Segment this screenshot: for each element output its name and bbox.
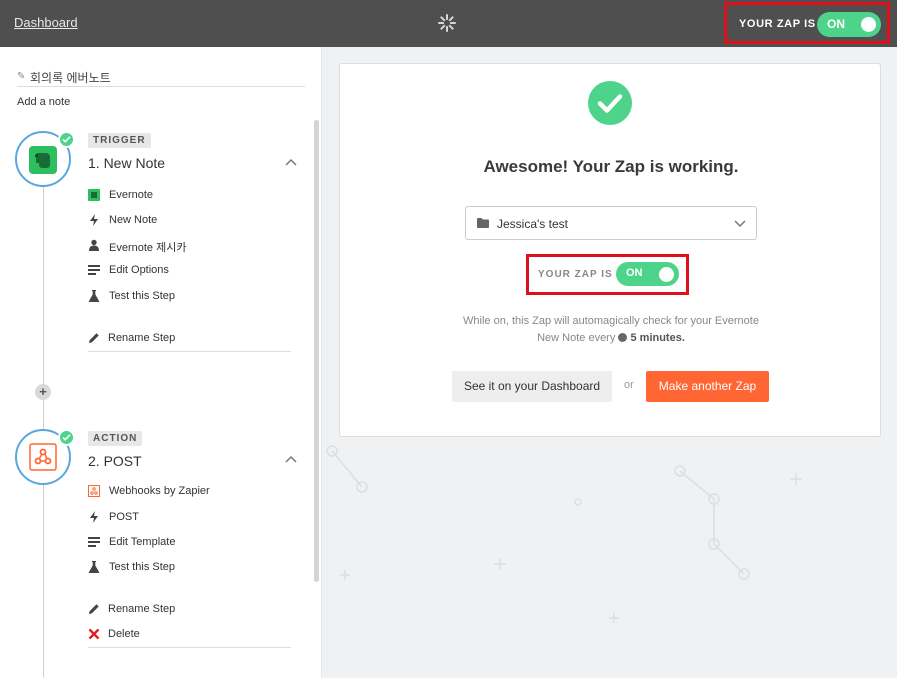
- pencil-icon: ✎: [17, 71, 26, 82]
- editor-sidebar: ✎ 회의록 에버노트 Add a note TRIGGER 1. New Not…: [0, 47, 322, 678]
- success-title: Awesome! Your Zap is working.: [483, 157, 739, 176]
- evernote-icon: [29, 146, 57, 174]
- action-item-label: POST: [109, 511, 139, 523]
- rename-label: Rename Step: [108, 332, 176, 344]
- toggle-knob: [861, 17, 876, 32]
- folder-icon: [477, 218, 489, 228]
- trigger-item-label: Evernote: [109, 189, 154, 201]
- toggle-knob: [659, 267, 674, 282]
- success-card: Awesome! Your Zap is working. Jessica's …: [339, 63, 881, 437]
- action-check-icon: [58, 429, 75, 446]
- folder-select[interactable]: Jessica's test: [465, 206, 757, 240]
- zap-name-field[interactable]: ✎ 회의록 에버노트: [17, 69, 305, 87]
- zap-description: While on, this Zap will automagically ch…: [400, 313, 822, 347]
- description-interval: 5 minutes.: [630, 332, 685, 344]
- action-item-label: Edit Template: [109, 536, 176, 548]
- top-bar: Dashboard YOUR ZAP IS ON: [0, 0, 897, 47]
- make-another-zap-button[interactable]: Make another Zap: [646, 371, 769, 402]
- action-item-label: Webhooks by Zapier: [109, 485, 210, 497]
- webhooks-icon: [88, 485, 100, 497]
- success-check-icon: [588, 81, 632, 125]
- card-zap-on-toggle[interactable]: ON: [616, 262, 679, 286]
- chevron-up-icon[interactable]: [285, 158, 297, 166]
- chevron-down-icon: [734, 220, 746, 228]
- add-note-link[interactable]: Add a note: [17, 96, 70, 108]
- trigger-tag: TRIGGER: [88, 133, 151, 148]
- user-icon: [89, 239, 99, 251]
- or-separator: or: [624, 379, 634, 391]
- trigger-step-title[interactable]: 1. New Note: [88, 155, 165, 171]
- action-item-label: Test this Step: [109, 561, 176, 573]
- folder-select-value: Jessica's test: [497, 217, 568, 231]
- flask-icon: [88, 290, 100, 302]
- see-on-dashboard-button[interactable]: See it on your Dashboard: [452, 371, 612, 402]
- toggle-on-text: ON: [626, 267, 643, 279]
- add-step-button[interactable]: +: [35, 384, 51, 400]
- action-tag: ACTION: [88, 431, 143, 446]
- list-icon: [88, 265, 100, 275]
- zap-name-text: 회의록 에버노트: [30, 71, 111, 85]
- list-icon: [88, 537, 100, 547]
- evernote-icon: [88, 189, 100, 201]
- toggle-on-text: ON: [827, 17, 845, 31]
- webhooks-icon: [29, 443, 57, 471]
- zap-status-label: YOUR ZAP IS: [739, 18, 816, 30]
- zapier-logo-icon[interactable]: [437, 13, 457, 33]
- zap-status-label: YOUR ZAP IS: [538, 269, 613, 280]
- clock-icon: [618, 333, 628, 342]
- bolt-icon: [90, 511, 98, 523]
- trigger-item-label: Test this Step: [109, 290, 176, 302]
- pencil-icon: [89, 604, 99, 614]
- action-divider: [88, 647, 291, 648]
- description-line-1: While on, this Zap will automagically ch…: [463, 315, 759, 327]
- dashboard-link[interactable]: Dashboard: [14, 15, 78, 30]
- sidebar-scrollbar[interactable]: [314, 120, 319, 582]
- bolt-icon: [90, 214, 98, 226]
- trigger-divider: [88, 351, 291, 352]
- delete-label: Delete: [108, 628, 140, 640]
- action-step-title[interactable]: 2. POST: [88, 453, 142, 469]
- description-prefix: New Note every: [537, 332, 616, 344]
- pencil-icon: [89, 333, 99, 343]
- close-icon: [88, 628, 100, 640]
- trigger-item-label: New Note: [109, 214, 158, 226]
- trigger-item-label: Edit Options: [109, 264, 169, 276]
- trigger-item-label: Evernote 제시카: [109, 242, 187, 254]
- trigger-check-icon: [58, 131, 75, 148]
- header-zap-status: YOUR ZAP IS ON: [724, 2, 890, 44]
- zap-on-toggle[interactable]: ON: [817, 12, 881, 37]
- chevron-up-icon[interactable]: [285, 455, 297, 463]
- rename-label: Rename Step: [108, 603, 176, 615]
- card-zap-status: YOUR ZAP IS ON: [526, 254, 689, 295]
- flask-icon: [88, 561, 100, 573]
